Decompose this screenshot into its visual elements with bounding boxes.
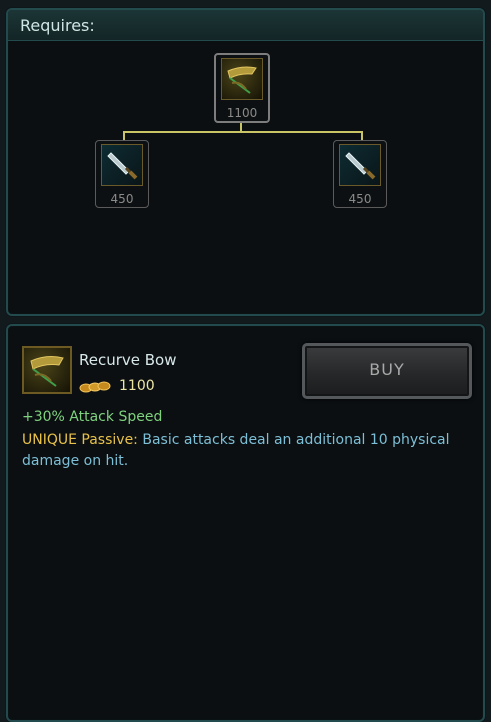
component-2-price: 450 bbox=[348, 192, 372, 206]
root-price: 1100 bbox=[226, 106, 258, 120]
item-cost: 1100 bbox=[119, 378, 155, 394]
gold-coins-icon bbox=[79, 381, 111, 393]
buy-button[interactable]: BUY bbox=[302, 343, 472, 399]
requires-title: Requires: bbox=[20, 16, 95, 35]
recipe-node-component-2[interactable]: 450 bbox=[333, 140, 387, 208]
dagger-icon bbox=[339, 144, 381, 186]
unique-passive-label: UNIQUE Passive: bbox=[22, 432, 138, 448]
tree-connector-left bbox=[123, 131, 125, 140]
bow-icon bbox=[221, 58, 263, 100]
recipe-node-root[interactable]: 1100 bbox=[214, 53, 270, 123]
item-passive-description: UNIQUE Passive: Basic attacks deal an ad… bbox=[22, 430, 462, 472]
dagger-icon bbox=[101, 144, 143, 186]
requires-panel: Requires: 1100 450 450 bbox=[6, 8, 485, 316]
recipe-node-component-1[interactable]: 450 bbox=[95, 140, 149, 208]
tree-connector-right bbox=[361, 131, 363, 140]
buy-button-label: BUY bbox=[369, 360, 405, 379]
item-stat: +30% Attack Speed bbox=[22, 409, 163, 425]
component-1-price: 450 bbox=[110, 192, 134, 206]
item-name: Recurve Bow bbox=[79, 351, 177, 369]
tree-connector-horizontal bbox=[123, 131, 363, 133]
item-details-panel: Recurve Bow 1100 BUY +30% Attack Speed U… bbox=[6, 324, 485, 722]
bow-icon bbox=[22, 346, 72, 394]
